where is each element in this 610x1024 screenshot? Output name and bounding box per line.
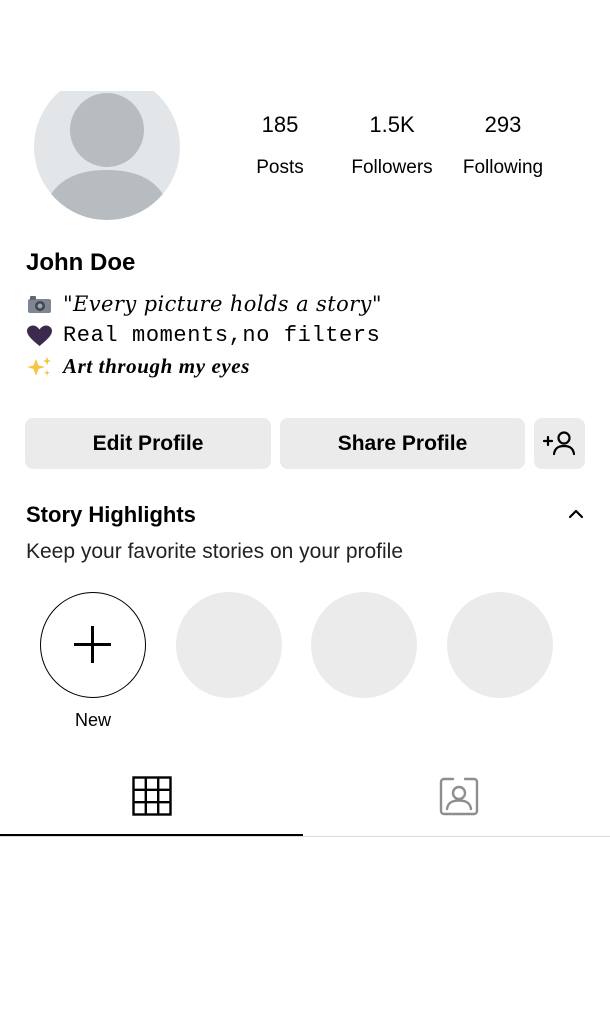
avatar-silhouette-icon bbox=[42, 93, 172, 220]
tab-tagged[interactable] bbox=[305, 760, 610, 836]
chevron-down-icon[interactable] bbox=[171, 38, 187, 54]
heart-icon bbox=[27, 325, 52, 346]
highlight-placeholder bbox=[447, 592, 553, 698]
discover-people-button[interactable] bbox=[534, 418, 585, 469]
new-highlight-label: New bbox=[74, 710, 111, 730]
posts-label[interactable]: Posts bbox=[215, 157, 345, 179]
tab-posts-grid[interactable] bbox=[0, 760, 305, 836]
highlight-placeholder bbox=[176, 592, 282, 698]
share-profile-button[interactable]: Share Profile bbox=[280, 418, 525, 469]
highlights-subtitle: Keep your favorite stories on your profi… bbox=[26, 540, 404, 563]
lock-icon bbox=[26, 30, 48, 58]
add-post-icon bbox=[480, 36, 502, 58]
plus-icon bbox=[74, 626, 111, 663]
highlight-placeholder bbox=[311, 592, 417, 698]
add-user-icon bbox=[542, 430, 575, 455]
highlights-title: Story Highlights bbox=[26, 502, 196, 527]
tagged-icon bbox=[439, 777, 479, 816]
tab-divider bbox=[0, 836, 610, 837]
grid-icon bbox=[132, 776, 172, 816]
avatar[interactable] bbox=[34, 74, 180, 220]
bio-text: Art through my eyes bbox=[63, 354, 250, 378]
bio-line: Art through my eyes bbox=[26, 354, 250, 379]
sparkles-icon bbox=[27, 356, 51, 376]
following-label[interactable]: Following bbox=[438, 157, 568, 179]
add-post-button[interactable] bbox=[473, 29, 510, 66]
camera-icon bbox=[28, 296, 51, 313]
edit-profile-button[interactable]: Edit Profile bbox=[25, 418, 271, 469]
username[interactable]: i.m.john bbox=[60, 32, 158, 63]
bio-line: "Every picture holds a story" bbox=[26, 292, 382, 316]
bio-text: Real moments,no filters bbox=[63, 323, 381, 348]
bio-line: Real moments,no filters bbox=[26, 323, 380, 348]
new-highlight-button[interactable] bbox=[40, 592, 146, 698]
chevron-up-icon[interactable] bbox=[567, 506, 585, 522]
posts-count[interactable]: 185 bbox=[215, 112, 345, 138]
following-count[interactable]: 293 bbox=[438, 112, 568, 138]
bio-text: "Every picture holds a story" bbox=[63, 292, 382, 316]
display-name: John Doe bbox=[26, 249, 136, 276]
menu-icon[interactable] bbox=[551, 32, 585, 60]
